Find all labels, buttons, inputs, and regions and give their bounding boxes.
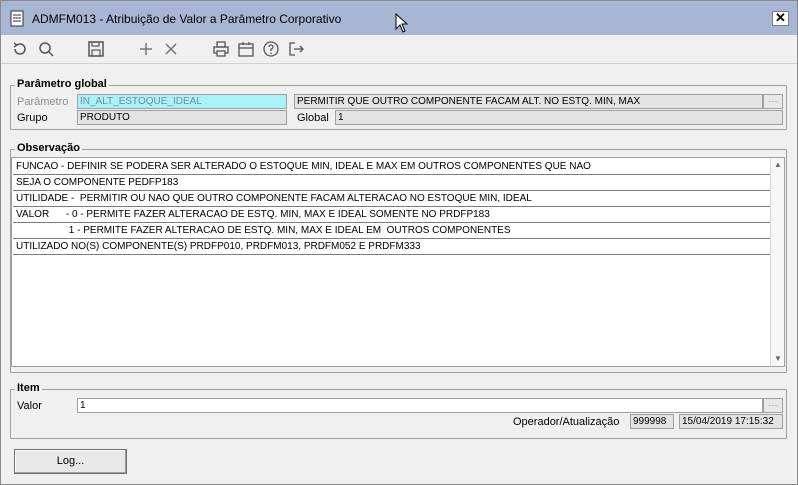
item-title: Item	[15, 382, 42, 394]
save-icon[interactable]	[87, 40, 105, 58]
valor-input[interactable]: 1	[77, 398, 763, 413]
parametro-label: Parâmetro	[17, 96, 69, 108]
help-icon[interactable]	[262, 40, 280, 58]
scroll-up-arrow-icon[interactable]: ▲	[773, 159, 783, 171]
observacao-line: SEJA O COMPONENTE PEDFP183	[13, 175, 772, 191]
grupo-field: PRODUTO	[77, 110, 287, 125]
delete-icon[interactable]	[162, 40, 180, 58]
scroll-down-arrow-icon[interactable]: ▼	[773, 353, 783, 365]
observacao-line: FUNCAO - DEFINIR SE PODERA SER ALTERADO …	[13, 159, 772, 175]
parametro-lookup-button[interactable]: ⋯	[763, 94, 783, 109]
operador-field: 999998	[630, 414, 674, 429]
title-bar[interactable]: ADMFM013 - Atribuição de Valor a Parâmet…	[1, 1, 797, 35]
parametro-descricao-field: PERMITIR QUE OUTRO COMPONENTE FACAM ALT.…	[294, 94, 763, 109]
atualizacao-field: 15/04/2019 17:15:32	[679, 414, 783, 429]
global-field: 1	[335, 110, 783, 125]
window-title: ADMFM013 - Atribuição de Valor a Parâmet…	[32, 12, 342, 26]
toolbar	[1, 36, 797, 62]
observacao-textarea[interactable]: FUNCAO - DEFINIR SE PODERA SER ALTERADO …	[11, 157, 785, 367]
observacao-scrollbar[interactable]: ▲ ▼	[770, 158, 784, 366]
valor-label: Valor	[17, 400, 42, 412]
main-window: ADMFM013 - Atribuição de Valor a Parâmet…	[0, 0, 798, 485]
valor-lookup-button[interactable]: ⋯	[763, 398, 783, 413]
search-icon[interactable]	[37, 40, 55, 58]
parametro-global-title: Parâmetro global	[15, 78, 109, 90]
mouse-cursor-icon	[395, 13, 408, 33]
add-icon[interactable]	[137, 40, 155, 58]
toolbar-separator	[1, 63, 797, 64]
parametro-field[interactable]: IN_ALT_ESTOQUE_IDEAL	[77, 94, 287, 109]
global-label: Global	[297, 112, 329, 124]
refresh-icon[interactable]	[11, 40, 29, 58]
grupo-label: Grupo	[17, 112, 48, 124]
observacao-line: UTILIDADE - PERMITIR OU NAO QUE OUTRO CO…	[13, 191, 772, 207]
log-button[interactable]: Log...	[14, 449, 127, 474]
close-button[interactable]: ✕	[772, 11, 789, 26]
observacao-title: Observação	[15, 142, 82, 154]
document-icon	[10, 10, 24, 27]
observacao-line: VALOR - 0 - PERMITE FAZER ALTERACAO DE E…	[13, 207, 772, 223]
operador-label: Operador/Atualização	[513, 416, 620, 428]
calendar-icon[interactable]	[237, 40, 255, 58]
exit-icon[interactable]	[287, 40, 305, 58]
observacao-line: UTILIZADO NO(S) COMPONENTE(S) PRDFP010, …	[13, 239, 772, 255]
print-icon[interactable]	[212, 40, 230, 58]
observacao-line: 1 - PERMITE FAZER ALTERACAO DE ESTQ. MIN…	[13, 223, 772, 239]
